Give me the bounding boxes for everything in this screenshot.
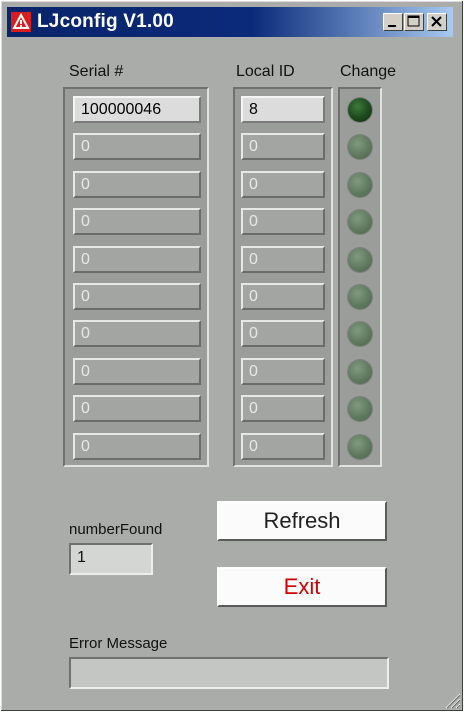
serial-field[interactable]: 0 — [73, 395, 201, 422]
change-led-indicator — [348, 397, 372, 421]
change-header: Change — [340, 63, 397, 80]
labjack-warning-icon — [11, 12, 31, 32]
title-bar[interactable]: LJconfig V1.00 — [7, 7, 453, 37]
minimize-button[interactable] — [383, 13, 403, 31]
serial-field[interactable]: 0 — [73, 246, 201, 273]
maximize-button[interactable] — [404, 13, 424, 31]
change-led-indicator — [348, 135, 372, 159]
number-found-label: numberFound — [69, 521, 163, 538]
local-id-field[interactable]: 0 — [241, 171, 325, 198]
change-led-indicator — [348, 285, 372, 309]
local-id-field[interactable]: 0 — [241, 133, 325, 160]
change-led-indicator — [348, 360, 372, 384]
app-window: LJconfig V1.00 Serial # Local ID Change … — [0, 0, 464, 712]
local-id-field[interactable]: 0 — [241, 246, 325, 273]
change-led-indicator — [348, 435, 372, 459]
change-led-indicator — [348, 248, 372, 272]
change-led-indicator — [348, 98, 372, 122]
local-id-header: Local ID — [236, 63, 295, 80]
serial-field[interactable]: 100000046 — [73, 96, 201, 123]
window-title: LJconfig V1.00 — [37, 11, 174, 32]
serial-field[interactable]: 0 — [73, 358, 201, 385]
close-button[interactable] — [427, 13, 447, 31]
local-id-field[interactable]: 0 — [241, 433, 325, 460]
serial-field[interactable]: 0 — [73, 133, 201, 160]
error-message-label: Error Message — [69, 635, 168, 652]
serial-field[interactable]: 0 — [73, 283, 201, 310]
local-id-field[interactable]: 0 — [241, 395, 325, 422]
serial-header: Serial # — [69, 63, 124, 80]
change-led-indicator — [348, 322, 372, 346]
serial-field[interactable]: 0 — [73, 320, 201, 347]
serial-field[interactable]: 0 — [73, 208, 201, 235]
error-message-field — [69, 657, 389, 689]
resize-grip-icon[interactable] — [443, 691, 461, 709]
change-led-indicator — [348, 210, 372, 234]
client-area: Serial # Local ID Change numberFound 1 R… — [11, 39, 451, 703]
local-id-field[interactable]: 0 — [241, 283, 325, 310]
minimize-icon — [388, 25, 396, 27]
serial-field[interactable]: 0 — [73, 433, 201, 460]
change-led-indicator — [348, 173, 372, 197]
refresh-button[interactable]: Refresh — [217, 501, 387, 541]
serial-field[interactable]: 0 — [73, 171, 201, 198]
local-id-field[interactable]: 0 — [241, 208, 325, 235]
exit-button[interactable]: Exit — [217, 567, 387, 607]
local-id-field[interactable]: 0 — [241, 320, 325, 347]
local-id-field[interactable]: 8 — [241, 96, 325, 123]
maximize-icon — [407, 15, 420, 27]
local-id-field[interactable]: 0 — [241, 358, 325, 385]
close-icon — [431, 16, 442, 27]
number-found-field: 1 — [69, 543, 153, 575]
